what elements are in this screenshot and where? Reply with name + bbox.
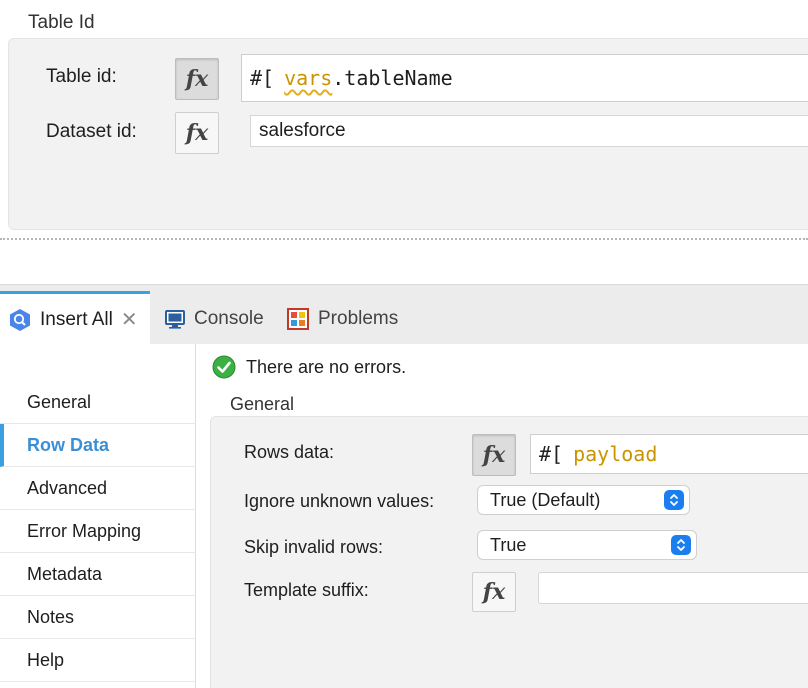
expression-prefix: #[	[250, 66, 275, 90]
chevron-up-down-icon	[671, 535, 691, 555]
fx-icon: fx	[185, 120, 209, 146]
status-text: There are no errors.	[246, 356, 407, 377]
fx-icon: fx	[482, 579, 506, 605]
table-id-fx-button[interactable]: fx	[175, 58, 219, 100]
tab-label: Insert All	[40, 308, 113, 330]
template-suffix-fx-button[interactable]: fx	[472, 572, 516, 612]
dataset-id-label: Dataset id:	[46, 121, 137, 142]
rows-data-expression-input[interactable]: #[ payload	[530, 434, 808, 474]
tab-insert-all[interactable]: Insert All ✕	[0, 291, 150, 345]
dataset-id-fx-button[interactable]: fx	[175, 112, 219, 154]
template-suffix-label: Template suffix:	[244, 580, 369, 600]
tab-label: Console	[194, 308, 264, 329]
tab-console[interactable]: Console	[164, 293, 274, 345]
nav-item-general[interactable]: General	[0, 381, 196, 424]
nav-item-notes[interactable]: Notes	[0, 596, 196, 639]
nav-item-row-data[interactable]: Row Data	[0, 424, 196, 467]
select-value: True (Default)	[490, 489, 601, 510]
select-value: True	[490, 534, 527, 555]
validation-status: There are no errors.	[212, 355, 406, 379]
section-title-table-id: Table Id	[28, 12, 95, 33]
bigquery-icon	[8, 308, 32, 332]
console-icon	[164, 308, 186, 330]
table-id-label: Table id:	[46, 66, 117, 87]
fx-icon: fx	[185, 66, 209, 92]
tab-label: Problems	[318, 308, 399, 329]
general-panel: Rows data: fx #[ payload Ignore unknown …	[210, 416, 808, 688]
problems-icon	[286, 307, 310, 331]
ignore-unknown-values-label: Ignore unknown values:	[244, 491, 435, 511]
ignore-unknown-values-select[interactable]: True (Default)	[477, 485, 690, 515]
close-icon[interactable]: ✕	[121, 307, 138, 332]
sidebar-nav: General Row Data Advanced Error Mapping …	[0, 344, 196, 688]
nav-item-help[interactable]: Help	[0, 639, 196, 682]
expression-payload: payload	[573, 442, 658, 466]
table-id-panel: Table id: fx #[ vars .tableName Dataset …	[8, 38, 808, 230]
rows-data-label: Rows data:	[244, 442, 335, 462]
section-title-general: General	[230, 394, 295, 414]
check-circle-icon	[212, 355, 236, 379]
expression-property: .tableName	[332, 66, 453, 90]
tab-problems[interactable]: Problems	[286, 293, 406, 345]
tab-bar: Insert All ✕ Console Problems	[0, 284, 808, 345]
nav-item-error-mapping[interactable]: Error Mapping	[0, 510, 196, 553]
nav-item-metadata[interactable]: Metadata	[0, 553, 196, 596]
chevron-up-down-icon	[664, 490, 684, 510]
rows-data-fx-button[interactable]: fx	[472, 434, 516, 476]
skip-invalid-rows-select[interactable]: True	[477, 530, 697, 560]
template-suffix-input[interactable]	[538, 572, 808, 604]
section-divider	[0, 238, 808, 240]
expression-prefix: #[	[539, 442, 564, 466]
dataset-id-input[interactable]: salesforce	[250, 115, 808, 147]
fx-icon: fx	[482, 442, 506, 468]
table-id-expression-input[interactable]: #[ vars .tableName	[241, 54, 808, 102]
skip-invalid-rows-label: Skip invalid rows:	[244, 537, 384, 557]
nav-item-advanced[interactable]: Advanced	[0, 467, 196, 510]
expression-variable: vars	[284, 66, 333, 90]
